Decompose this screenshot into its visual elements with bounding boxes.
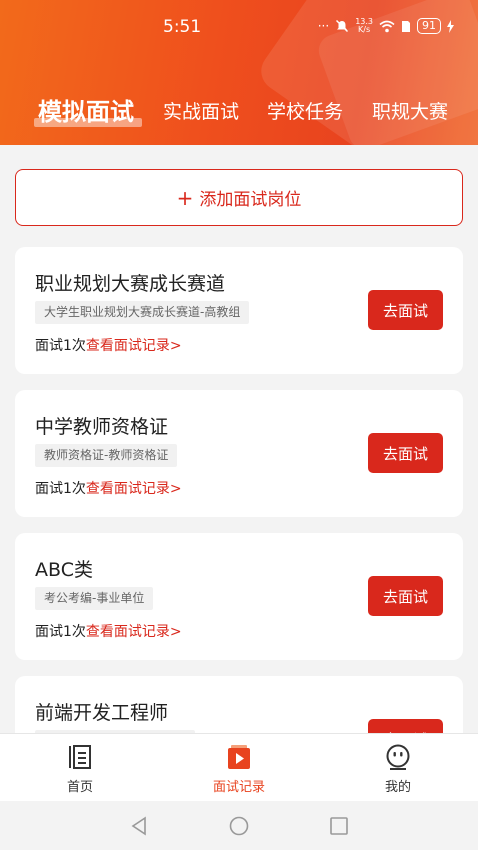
status-icons: ··· 13.3 K/s 91: [318, 18, 454, 34]
interview-count: 面试1次查看面试记录>: [35, 335, 182, 355]
add-position-button[interactable]: + 添加面试岗位: [15, 169, 463, 226]
recents-square-icon[interactable]: [328, 815, 350, 837]
status-time: 5:51: [163, 17, 202, 37]
nav-mine-label: 我的: [384, 780, 411, 795]
interview-count-text: 面试1次: [35, 624, 86, 640]
bottom-nav: 首页 面试记录 我的: [0, 733, 478, 801]
interview-count-text: 面试1次: [35, 481, 86, 497]
nav-home-label: 首页: [66, 780, 93, 795]
net-speed: 13.3 K/s: [355, 18, 373, 34]
card-tag: 教师资格证-教师资格证: [35, 444, 178, 467]
battery-level: 91: [417, 18, 441, 34]
card-title: ABC类: [35, 559, 93, 581]
charging-icon: [447, 19, 454, 33]
card-tag: 大学生职业规划大赛成长赛道-高教组: [35, 301, 250, 324]
net-speed-unit: K/s: [358, 25, 371, 34]
back-triangle-icon[interactable]: [128, 815, 150, 837]
view-records-link[interactable]: 查看面试记录>: [86, 624, 182, 640]
interview-count: 面试1次查看面试记录>: [35, 478, 182, 498]
smiley-profile-icon: [386, 744, 410, 770]
interview-count-text: 面试1次: [35, 338, 86, 354]
sim-card-icon: [402, 20, 410, 32]
nav-home[interactable]: 首页: [30, 734, 130, 802]
interview-count: 面试1次查看面试记录>: [35, 621, 182, 641]
nav-records-label: 面试记录: [212, 780, 265, 795]
bell-muted-icon: [336, 19, 349, 33]
more-dots-icon: ···: [317, 19, 330, 33]
card-tag: 考公考编-事业单位: [35, 587, 154, 610]
tab-mock-interview[interactable]: 模拟面试: [38, 92, 134, 132]
card-title: 前端开发工程师: [35, 702, 169, 724]
nav-interview-records[interactable]: 面试记录: [189, 734, 289, 802]
tab-real-interview[interactable]: 实战面试: [163, 92, 239, 132]
position-card: ABC类 考公考编-事业单位 面试1次查看面试记录> 去面试: [15, 533, 463, 660]
view-records-link[interactable]: 查看面试记录>: [86, 338, 182, 354]
tab-career-contest[interactable]: 职规大赛: [372, 92, 448, 132]
nav-mine[interactable]: 我的: [348, 734, 448, 802]
view-records-link[interactable]: 查看面试记录>: [86, 481, 182, 497]
go-interview-button[interactable]: 去面试: [368, 719, 443, 733]
tab-bar: 模拟面试 实战面试 学校任务 职规大赛: [0, 92, 478, 132]
plus-icon: +: [176, 185, 194, 210]
position-card: 前端开发工程师 去面试: [15, 676, 463, 733]
go-interview-button[interactable]: 去面试: [368, 576, 443, 616]
wifi-icon: [379, 20, 395, 32]
position-card: 中学教师资格证 教师资格证-教师资格证 面试1次查看面试记录> 去面试: [15, 390, 463, 517]
system-navigation-bar: [0, 801, 478, 850]
go-interview-button[interactable]: 去面试: [368, 433, 443, 473]
status-bar: 5:51 ··· 13.3 K/s 91: [0, 0, 478, 56]
go-interview-button[interactable]: 去面试: [368, 290, 443, 330]
home-circle-icon[interactable]: [228, 815, 250, 837]
card-title: 职业规划大赛成长赛道: [35, 273, 226, 295]
header: 5:51 ··· 13.3 K/s 91 模拟面试 实战面试 学校任务 职规大赛: [0, 0, 478, 145]
main-content: + 添加面试岗位 职业规划大赛成长赛道 大学生职业规划大赛成长赛道-高教组 面试…: [0, 145, 478, 733]
home-list-icon: [69, 745, 91, 769]
position-card: 职业规划大赛成长赛道 大学生职业规划大赛成长赛道-高教组 面试1次查看面试记录>…: [15, 247, 463, 374]
record-play-icon: [228, 745, 250, 769]
tab-school-tasks[interactable]: 学校任务: [267, 92, 343, 132]
add-position-label: 添加面试岗位: [199, 190, 302, 210]
card-title: 中学教师资格证: [35, 416, 169, 438]
